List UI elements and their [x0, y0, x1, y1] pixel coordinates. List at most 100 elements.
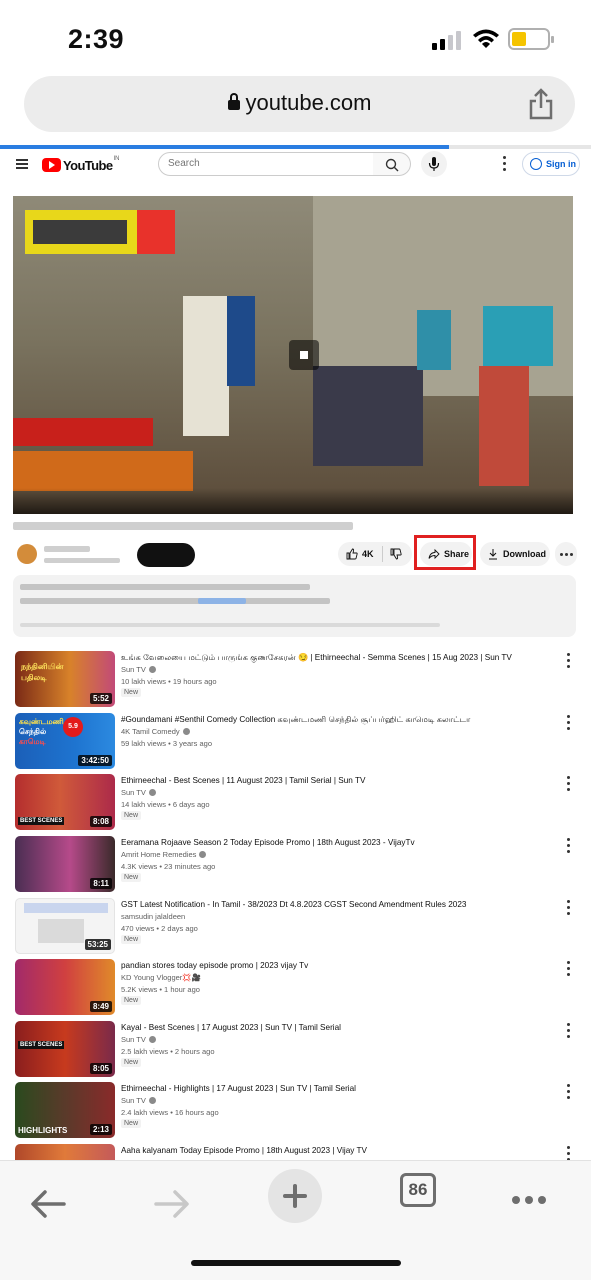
back-arrow-icon[interactable] — [30, 1189, 66, 1219]
more-options-icon[interactable] — [567, 838, 571, 854]
settings-menu-icon[interactable] — [503, 156, 507, 172]
video-thumbnail[interactable]: 8:11 — [15, 836, 115, 892]
recommendation-item[interactable]: BEST SCENES 8:08 Ethirneechal - Best Sce… — [0, 774, 591, 832]
thumbs-down-icon[interactable] — [390, 548, 402, 560]
search-button[interactable] — [373, 152, 411, 176]
channel-name[interactable]: Amrit Home Remedies — [121, 850, 207, 859]
new-badge: New — [121, 1119, 142, 1128]
video-meta: 4.3K views • 23 minutes ago — [121, 862, 216, 871]
recommendation-item[interactable]: நந்தினியின் பதிலடி 5:52 உங்க வேலையை மட்டு… — [0, 651, 591, 709]
duration-badge: 8:49 — [89, 1001, 112, 1012]
recommendation-item[interactable]: BEST SCENES 8:05 Kayal - Best Scenes | 1… — [0, 1021, 591, 1079]
player-controls-bar[interactable] — [13, 488, 573, 514]
status-bar: 2:39 — [0, 0, 591, 72]
search-field[interactable] — [158, 152, 374, 176]
url-display[interactable]: youtube.com — [24, 90, 575, 116]
thumbnail-text: கவுண்டமணி செந்தில் காமெடி — [19, 717, 64, 746]
video-title[interactable]: pandian stores today episode promo | 202… — [121, 960, 551, 971]
voice-search-button[interactable] — [421, 151, 447, 177]
youtube-logo[interactable]: YouTube IN — [42, 156, 119, 173]
rating-badge: 5.9 — [63, 717, 83, 737]
video-title[interactable]: Eeramana Rojaave Season 2 Today Episode … — [121, 837, 551, 848]
url-text: youtube.com — [245, 90, 372, 115]
video-title[interactable]: GST Latest Notification - In Tamil - 38/… — [121, 899, 551, 910]
more-actions-button[interactable] — [555, 542, 577, 566]
channel-name[interactable]: Sun TV — [121, 1035, 156, 1044]
channel-name[interactable]: samsudin jalaldeen — [121, 912, 185, 921]
search-icon — [385, 158, 399, 172]
video-thumbnail[interactable]: நந்தினியின் பதிலடி 5:52 — [15, 651, 115, 707]
more-menu-icon[interactable] — [512, 1191, 551, 1209]
figure-4-skirt — [479, 366, 529, 486]
sign-in-button[interactable]: Sign in — [522, 152, 580, 176]
video-title[interactable]: Kayal - Best Scenes | 17 August 2023 | S… — [121, 1022, 551, 1033]
recommendation-item[interactable]: 8:11 Eeramana Rojaave Season 2 Today Epi… — [0, 836, 591, 894]
search-input[interactable] — [159, 153, 359, 169]
video-title[interactable]: உங்க வேலையை மட்டும் பாருங்க குணசேகரன் 😏 … — [121, 652, 551, 663]
channel-name[interactable]: Sun TV — [121, 1096, 156, 1105]
share-icon[interactable] — [527, 88, 555, 120]
figure-1 — [183, 296, 229, 436]
thumbnail-text: நந்தினியின் பதிலடி — [21, 662, 64, 682]
clock: 2:39 — [68, 24, 125, 54]
thumbs-up-icon[interactable] — [346, 548, 358, 560]
recommendation-item[interactable]: HIGHLIGHTS 2:13 Ethirneechal - Highlight… — [0, 1082, 591, 1140]
video-thumbnail[interactable]: BEST SCENES 8:08 — [15, 774, 115, 830]
video-player[interactable] — [13, 196, 573, 514]
video-thumbnail[interactable]: HIGHLIGHTS 2:13 — [15, 1082, 115, 1138]
wifi-icon — [473, 29, 499, 48]
tab-switcher-button[interactable]: 86 — [400, 1173, 436, 1207]
video-thumbnail[interactable]: 53:25 — [15, 898, 115, 954]
recommendation-item[interactable]: 53:25 GST Latest Notification - In Tamil… — [0, 898, 591, 956]
channel-name[interactable]: Sun TV — [121, 665, 156, 674]
more-options-icon[interactable] — [567, 1023, 571, 1039]
new-badge: New — [121, 688, 142, 697]
more-options-icon[interactable] — [567, 961, 571, 977]
figure-3 — [417, 310, 451, 370]
description-box[interactable] — [13, 575, 576, 637]
channel-name[interactable]: Sun TV — [121, 788, 156, 797]
description-link[interactable] — [198, 598, 246, 604]
download-button[interactable]: Download — [480, 542, 550, 566]
channel-name[interactable]: 4K Tamil Comedy — [121, 727, 190, 736]
channel-avatar[interactable] — [17, 544, 37, 564]
subscribe-button[interactable] — [137, 543, 195, 567]
new-tab-plus-icon[interactable] — [268, 1169, 322, 1223]
description-line-3 — [20, 623, 440, 627]
like-dislike-group[interactable]: 4K — [338, 542, 412, 566]
video-thumbnail[interactable]: BEST SCENES 8:05 — [15, 1021, 115, 1077]
duration-badge: 8:11 — [90, 878, 112, 889]
play-pause-button[interactable] — [289, 340, 319, 370]
more-options-icon[interactable] — [567, 776, 571, 792]
video-thumbnail[interactable]: கவுண்டமணி செந்தில் காமெடி 5.9 3:42:50 — [15, 713, 115, 769]
video-meta: 2.5 lakh views • 2 hours ago — [121, 1047, 215, 1056]
like-count: 4K — [362, 549, 374, 559]
channel-name[interactable]: KD Young Vlogger💢🎥 — [121, 973, 201, 982]
recommendation-item[interactable]: 8:49 pandian stores today episode promo … — [0, 959, 591, 1017]
more-options-icon[interactable] — [567, 900, 571, 916]
lock-icon — [227, 93, 240, 110]
more-options-icon[interactable] — [567, 1084, 571, 1100]
forward-arrow-icon[interactable] — [154, 1189, 190, 1219]
video-title[interactable]: Ethirneechal - Best Scenes | 11 August 2… — [121, 775, 551, 786]
thumbnail-label: BEST SCENES — [18, 1041, 65, 1049]
verified-badge-icon — [199, 851, 207, 858]
hamburger-menu-icon[interactable] — [16, 159, 28, 169]
video-title[interactable]: Aaha kalyanam Today Episode Promo | 18th… — [121, 1145, 551, 1156]
video-meta: 470 views • 2 days ago — [121, 924, 198, 933]
more-options-icon[interactable] — [567, 715, 571, 731]
recommendation-item[interactable]: கவுண்டமணி செந்தில் காமெடி 5.9 3:42:50 #Gou… — [0, 713, 591, 771]
video-title[interactable]: Ethirneechal - Highlights | 17 August 20… — [121, 1083, 551, 1094]
video-thumbnail[interactable]: 8:49 — [15, 959, 115, 1015]
channel-name-obscured[interactable] — [44, 546, 90, 552]
battery-icon — [508, 28, 554, 50]
address-bar[interactable]: youtube.com — [24, 76, 575, 132]
video-title[interactable]: #Goundamani #Senthil Comedy Collection க… — [121, 714, 551, 725]
watermark-text-block — [33, 220, 127, 244]
overlay-banner — [13, 418, 153, 446]
cellular-signal-icon — [432, 30, 462, 50]
browser-toolbar: 86 — [0, 1160, 591, 1280]
sign-in-label: Sign in — [546, 159, 576, 169]
description-line-1 — [20, 584, 310, 590]
more-options-icon[interactable] — [567, 653, 571, 669]
